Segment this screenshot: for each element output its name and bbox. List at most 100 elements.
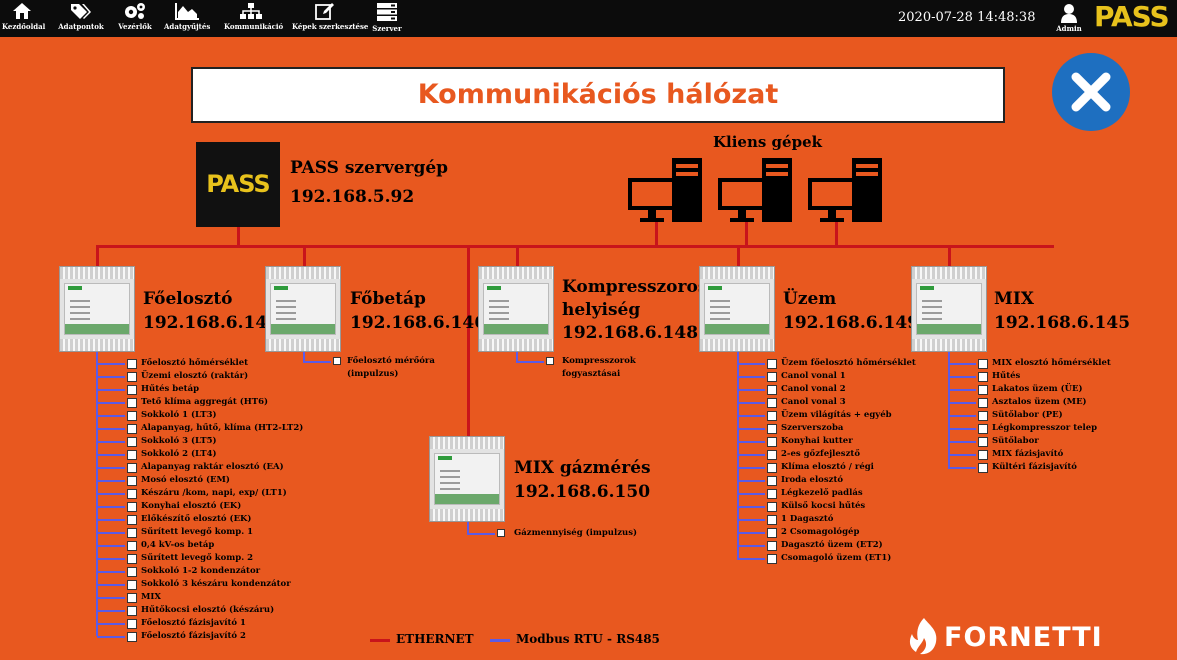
nav-szerver[interactable]: Szerver bbox=[370, 0, 404, 37]
datapoint-item[interactable]: Klíma elosztó / régi bbox=[737, 461, 916, 474]
nav-kezdooldal[interactable]: Kezdőoldal bbox=[2, 0, 46, 37]
datapoint-list-mix: MIX elosztó hőmérséklet Hűtés Lakatos üzem… bbox=[948, 357, 1111, 474]
legend-modbus-swatch bbox=[490, 639, 510, 642]
plc-device-mixgaz[interactable] bbox=[429, 436, 505, 522]
datapoint-item[interactable]: MIX elosztó hőmérséklet bbox=[948, 357, 1111, 370]
datapoint-item[interactable]: Hűtés bbox=[948, 370, 1111, 383]
datapoint-item[interactable]: Csomagoló üzem (ET1) bbox=[737, 552, 916, 565]
datapoint-item[interactable]: Előkészítő elosztó (EK) bbox=[96, 513, 303, 526]
close-button[interactable] bbox=[1052, 53, 1130, 131]
datapoint-item[interactable]: Sütőlabor bbox=[948, 435, 1111, 448]
flame-icon bbox=[909, 618, 937, 655]
nav-label: Kezdőoldal bbox=[2, 22, 46, 31]
datapoint-item[interactable]: Sokkoló 3 készáru kondenzátor bbox=[96, 578, 303, 591]
datapoint-item[interactable]: Főelosztó fázisjavító 1 bbox=[96, 617, 303, 630]
plc-device-fobetap[interactable] bbox=[265, 266, 341, 352]
datapoint-label-line: Kompresszorok bbox=[562, 356, 636, 366]
device-name-kompresszor-line2: helyiség bbox=[562, 300, 641, 320]
datapoint-item[interactable]: Alapanyag raktár elosztó (EA) bbox=[96, 461, 303, 474]
device-ip-fobetap: 192.168.6.146 bbox=[350, 313, 487, 333]
client-computer-icon bbox=[628, 158, 702, 222]
datapoint-item[interactable]: Sütőlabor (PE) bbox=[948, 409, 1111, 422]
close-icon bbox=[1071, 72, 1111, 112]
admin-label: Admin bbox=[1056, 24, 1082, 33]
datapoint-item[interactable]: Alapanyag, hűtő, klíma (HT2-LT2) bbox=[96, 422, 303, 435]
datapoint-item[interactable]: Főelosztó fázisjavító 2 bbox=[96, 630, 303, 643]
datapoint-checkbox[interactable] bbox=[333, 357, 341, 365]
plc-device-mix[interactable] bbox=[911, 266, 987, 352]
plc-device-foeloszto[interactable] bbox=[59, 266, 135, 352]
plc-device-kompresszor[interactable] bbox=[478, 266, 554, 352]
device-name-uzem: Üzem bbox=[783, 289, 837, 309]
datapoint-item[interactable]: Üzem világítás + egyéb bbox=[737, 409, 916, 422]
device-name-mixgaz: MIX gázmérés bbox=[514, 458, 651, 478]
datapoint-item[interactable]: Üzem főelosztó hőmérséklet bbox=[737, 357, 916, 370]
datapoint-item[interactable]: Kültéri fázisjavító bbox=[948, 461, 1111, 474]
nav-vezerlok[interactable]: Vezérlők bbox=[116, 0, 154, 37]
datapoint-label-line: (impulzus) bbox=[347, 369, 399, 379]
datapoint-item[interactable]: Külső kocsi hűtés bbox=[737, 500, 916, 513]
datapoint-item[interactable]: Sokkoló 1-2 kondenzátor bbox=[96, 565, 303, 578]
ethernet-link-client-1 bbox=[655, 222, 658, 247]
modbus-branch bbox=[516, 361, 544, 363]
legend-ethernet-label: ETHERNET bbox=[396, 632, 474, 646]
datapoint-item[interactable]: Sűrített levegő komp. 1 bbox=[96, 526, 303, 539]
datapoint-item[interactable]: Lakatos üzem (ÜE) bbox=[948, 383, 1111, 396]
datapoint-item[interactable]: Sokkoló 3 (LT5) bbox=[96, 435, 303, 448]
datapoint-item[interactable]: Tető klíma aggregát (HT6) bbox=[96, 396, 303, 409]
datapoint-item[interactable]: Iroda elosztó bbox=[737, 474, 916, 487]
datapoint-item[interactable]: Készáru /kom, napi, exp/ (LT1) bbox=[96, 487, 303, 500]
datapoint-item[interactable]: 1 Dagasztó bbox=[737, 513, 916, 526]
datapoint-item[interactable]: Szerverszoba bbox=[737, 422, 916, 435]
device-ip-mix: 192.168.6.145 bbox=[994, 313, 1131, 333]
datapoint-item[interactable]: 2 Csomagológép bbox=[737, 526, 916, 539]
nav-kommunikacio[interactable]: Kommunikáció bbox=[224, 0, 283, 37]
nav-adatgyujtes[interactable]: Adatgyűjtés bbox=[164, 0, 210, 37]
nav-label: Adatpontok bbox=[58, 22, 104, 31]
datapoint-item[interactable]: Légkompresszor telep bbox=[948, 422, 1111, 435]
ethernet-link-client-3 bbox=[835, 222, 838, 247]
datapoint-item[interactable]: Canol vonal 3 bbox=[737, 396, 916, 409]
nav-label: Szerver bbox=[372, 24, 402, 33]
datapoint-item[interactable]: Hűtőkocsi elosztó (készáru) bbox=[96, 604, 303, 617]
datapoint-item[interactable]: Konyhai kutter bbox=[737, 435, 916, 448]
datapoint-item[interactable]: Konyhai elosztó (EK) bbox=[96, 500, 303, 513]
modbus-line-mix bbox=[948, 352, 950, 467]
server-ip: 192.168.5.92 bbox=[290, 187, 415, 207]
datapoint-item[interactable]: Sokkoló 2 (LT4) bbox=[96, 448, 303, 461]
datapoint-item[interactable]: Főelosztó hőmérséklet bbox=[96, 357, 303, 370]
datapoint-item[interactable]: Sűrített levegő komp. 2 bbox=[96, 552, 303, 565]
datapoint-item[interactable]: Hűtés betáp bbox=[96, 383, 303, 396]
ethernet-link-kompresszor bbox=[516, 245, 519, 267]
datapoint-item[interactable]: Légkezelő padlás bbox=[737, 487, 916, 500]
nav-label: Adatgyűjtés bbox=[164, 22, 211, 31]
plc-device-uzem[interactable] bbox=[699, 266, 775, 352]
datapoint-item[interactable]: Canol vonal 2 bbox=[737, 383, 916, 396]
datapoint-checkbox[interactable] bbox=[546, 357, 554, 365]
datapoint-item[interactable]: MIX fázisjavító bbox=[948, 448, 1111, 461]
admin-user-button[interactable]: Admin bbox=[1052, 0, 1086, 37]
datapoint-label-line: fogyasztásai bbox=[562, 369, 621, 379]
page-title-box: Kommunikációs hálózat bbox=[191, 67, 1005, 123]
datapoint-item[interactable]: 2-es gőzfejlesztő bbox=[737, 448, 916, 461]
nav-kepek-szerkesztese[interactable]: Képek szerkesztése bbox=[292, 0, 368, 37]
user-icon bbox=[1061, 4, 1077, 23]
datapoint-item[interactable]: Sokkoló 1 (LT3) bbox=[96, 409, 303, 422]
gears-icon bbox=[125, 3, 145, 19]
datapoint-item[interactable]: Canol vonal 1 bbox=[737, 370, 916, 383]
datapoint-item[interactable]: MIX bbox=[96, 591, 303, 604]
device-name-foeloszto: Főelosztó bbox=[143, 289, 233, 309]
datetime-display: 2020-07-28 14:48:38 bbox=[898, 10, 1036, 25]
datapoint-item[interactable]: Asztalos üzem (ME) bbox=[948, 396, 1111, 409]
device-ip-kompresszor: 192.168.6.148 bbox=[562, 323, 699, 343]
nav-adatpontok[interactable]: Adatpontok bbox=[58, 0, 104, 37]
datapoint-item[interactable]: Üzemi elosztó (raktár) bbox=[96, 370, 303, 383]
legend-ethernet-swatch bbox=[370, 639, 390, 642]
ethernet-link-foeloszto bbox=[96, 245, 99, 267]
device-ip-uzem: 192.168.6.149 bbox=[783, 313, 920, 333]
datapoint-item[interactable]: Dagasztó üzem (ET2) bbox=[737, 539, 916, 552]
area-chart-icon bbox=[175, 3, 199, 20]
datapoint-item[interactable]: Mosó elosztó (EM) bbox=[96, 474, 303, 487]
datapoint-checkbox[interactable] bbox=[497, 529, 505, 537]
datapoint-item[interactable]: 0,4 kV-os betáp bbox=[96, 539, 303, 552]
